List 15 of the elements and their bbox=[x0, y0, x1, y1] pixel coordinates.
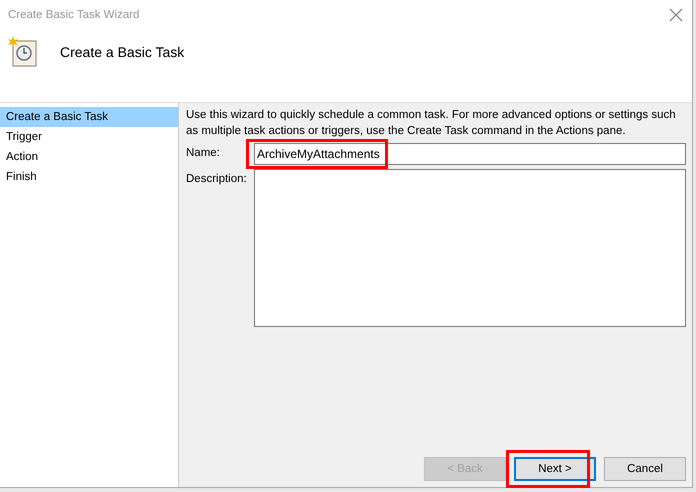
step-item[interactable]: Action bbox=[0, 147, 178, 167]
wizard-button[interactable]: Next > bbox=[514, 457, 596, 481]
field-label: Description: bbox=[186, 172, 248, 187]
window-title: Create Basic Task Wizard bbox=[8, 9, 140, 21]
field-label: Name: bbox=[186, 146, 221, 161]
step-item[interactable]: Create a Basic Task bbox=[0, 107, 178, 127]
wizard-heading: Create a Basic Task bbox=[60, 44, 184, 60]
step-item[interactable]: Trigger bbox=[0, 127, 178, 147]
name-field[interactable]: ArchiveMyAttachments bbox=[254, 143, 686, 165]
clock-icon bbox=[8, 36, 38, 68]
wizard-button[interactable]: Cancel bbox=[604, 457, 686, 481]
description-field[interactable] bbox=[254, 169, 686, 327]
intro-text: Use this wizard to quickly schedule a common task. For more advanced options or settings such as multiple task actions or triggers, use the Create Task command in the Actions pane. bbox=[186, 108, 677, 139]
close-icon[interactable] bbox=[669, 8, 683, 22]
step-item[interactable]: Finish bbox=[0, 167, 178, 187]
